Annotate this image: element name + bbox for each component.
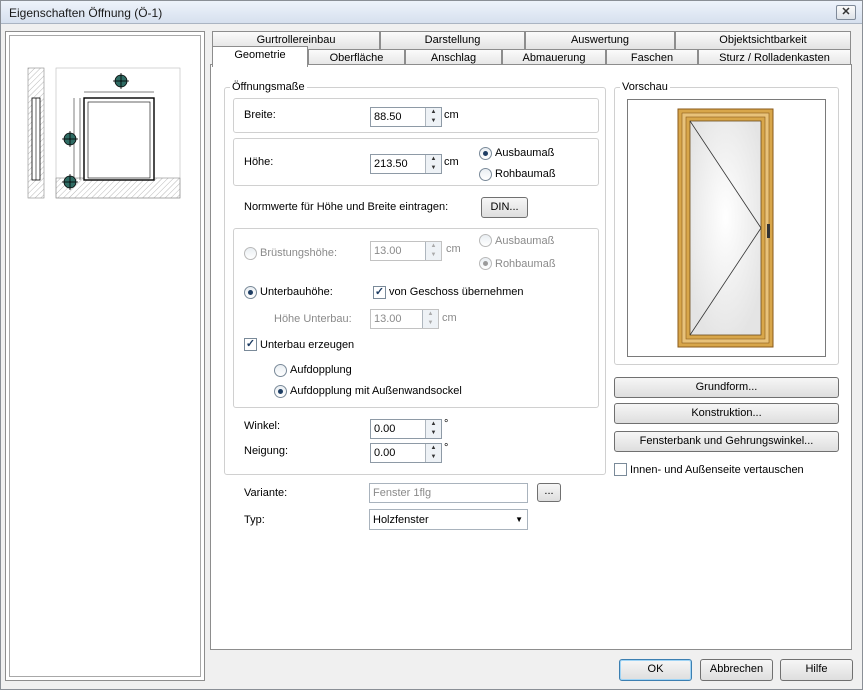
din-button[interactable]: DIN... [481, 197, 528, 218]
spin-up-icon[interactable]: ▲ [426, 108, 441, 117]
breite-unit: cm [444, 109, 459, 121]
vertauschen-label: Innen- und Außenseite vertauschen [630, 464, 804, 476]
neigung-label: Neigung: [244, 445, 289, 457]
bruestung-ausbaumass-label: Ausbaumaß [495, 235, 555, 247]
hoehe-unterbau-unit: cm [442, 312, 457, 324]
properties-dialog: Eigenschaften Öffnung (Ö-1) ✕ Gurtroller… [0, 0, 863, 690]
variante-browse-button[interactable]: ... [537, 483, 561, 502]
help-button[interactable]: Hilfe [780, 659, 853, 681]
spin-down-icon[interactable]: ▼ [426, 164, 441, 173]
aufdopplung-radio[interactable] [274, 364, 287, 377]
hoehe-stepper[interactable]: 213.50 ▲ ▼ [370, 154, 442, 174]
hoehe-unterbau-stepper[interactable]: 13.00 ▲ ▼ [370, 309, 439, 329]
opening-schematic [27, 67, 181, 199]
schematic-frame [9, 35, 201, 677]
fensterbank-button[interactable]: Fensterbank und Gehrungswinkel... [614, 431, 839, 452]
spin-up-icon[interactable]: ▲ [423, 310, 438, 319]
tab-auswertung[interactable]: Auswertung [525, 31, 675, 49]
window-title: Eigenschaften Öffnung (Ö-1) [9, 6, 163, 20]
hoehe-label: Höhe: [244, 156, 274, 168]
geschoss-label: von Geschoss übernehmen [389, 286, 524, 298]
window-handle-icon [767, 224, 770, 238]
spin-up-icon[interactable]: ▲ [426, 242, 441, 251]
breite-label: Breite: [244, 109, 276, 121]
aufdopplung-sockel-radio[interactable] [274, 385, 287, 398]
bruestung-rohbaumass-radio[interactable] [479, 257, 492, 270]
konstruktion-button[interactable]: Konstruktion... [614, 403, 839, 424]
tab-geometrie[interactable]: Geometrie [212, 46, 308, 67]
cancel-button[interactable]: Abbrechen [700, 659, 773, 681]
window-preview-drawing [677, 108, 774, 348]
hoehe-rohbaumass-label: Rohbaumaß [495, 168, 556, 180]
spin-down-icon[interactable]: ▼ [426, 453, 441, 462]
winkel-unit: ° [444, 418, 449, 430]
grundform-button[interactable]: Grundform... [614, 377, 839, 398]
bruestung-rohbaumass-label: Rohbaumaß [495, 258, 556, 270]
neigung-unit: ° [444, 442, 449, 454]
variante-field[interactable]: Fenster 1flg [369, 483, 528, 503]
bruestungshoehe-stepper[interactable]: 13.00 ▲ ▼ [370, 241, 442, 261]
title-bar: Eigenschaften Öffnung (Ö-1) ✕ [1, 1, 862, 24]
ok-button[interactable]: OK [619, 659, 692, 681]
variante-label: Variante: [244, 487, 288, 499]
window-preview [627, 99, 826, 357]
unterbauhoehe-label: Unterbauhöhe: [260, 286, 333, 298]
spin-down-icon[interactable]: ▼ [426, 429, 441, 438]
hoehe-ausbaumass-label: Ausbaumaß [495, 147, 555, 159]
vertauschen-checkbox[interactable] [614, 463, 627, 476]
spin-up-icon[interactable]: ▲ [426, 444, 441, 453]
winkel-label: Winkel: [244, 420, 281, 432]
breite-stepper[interactable]: 88.50 ▲ ▼ [370, 107, 442, 127]
aufdopplung-sockel-label: Aufdopplung mit Außenwandsockel [290, 385, 462, 397]
bruestung-ausbaumass-radio[interactable] [479, 234, 492, 247]
unterbau-erzeugen-label: Unterbau erzeugen [260, 339, 355, 351]
unterbau-erzeugen-checkbox[interactable]: ✓ [244, 338, 257, 351]
hoehe-ausbaumass-radio[interactable] [479, 147, 492, 160]
hoehe-unterbau-label: Höhe Unterbau: [274, 313, 352, 325]
geschoss-checkbox[interactable]: ✓ [373, 286, 386, 299]
hoehe-unit: cm [444, 156, 459, 168]
normwerte-label: Normwerte für Höhe und Breite eintragen: [244, 201, 449, 213]
typ-select[interactable]: Holzfenster ▼ [369, 509, 528, 530]
spin-down-icon[interactable]: ▼ [426, 251, 441, 260]
tab-objektsichtbarkeit[interactable]: Objektsichtbarkeit [675, 31, 851, 49]
close-button[interactable]: ✕ [836, 5, 856, 20]
spin-up-icon[interactable]: ▲ [426, 420, 441, 429]
typ-label: Typ: [244, 514, 265, 526]
unterbauhoehe-radio[interactable] [244, 286, 257, 299]
vorschau-title: Vorschau [620, 81, 670, 93]
neigung-stepper[interactable]: 0.00 ▲ ▼ [370, 443, 442, 463]
spin-up-icon[interactable]: ▲ [426, 155, 441, 164]
bruestungshoehe-radio[interactable] [244, 247, 257, 260]
bruestungshoehe-unit: cm [446, 243, 461, 255]
spin-down-icon[interactable]: ▼ [423, 319, 438, 328]
spin-down-icon[interactable]: ▼ [426, 117, 441, 126]
chevron-down-icon: ▼ [515, 515, 523, 524]
aufdopplung-label: Aufdopplung [290, 364, 352, 376]
hoehe-rohbaumass-radio[interactable] [479, 168, 492, 181]
tab-darstellung[interactable]: Darstellung [380, 31, 525, 49]
schematic-pane [5, 31, 205, 681]
winkel-stepper[interactable]: 0.00 ▲ ▼ [370, 419, 442, 439]
bruestungshoehe-label: Brüstungshöhe: [260, 247, 338, 259]
oeffnungsmasse-title: Öffnungsmaße [230, 81, 307, 93]
